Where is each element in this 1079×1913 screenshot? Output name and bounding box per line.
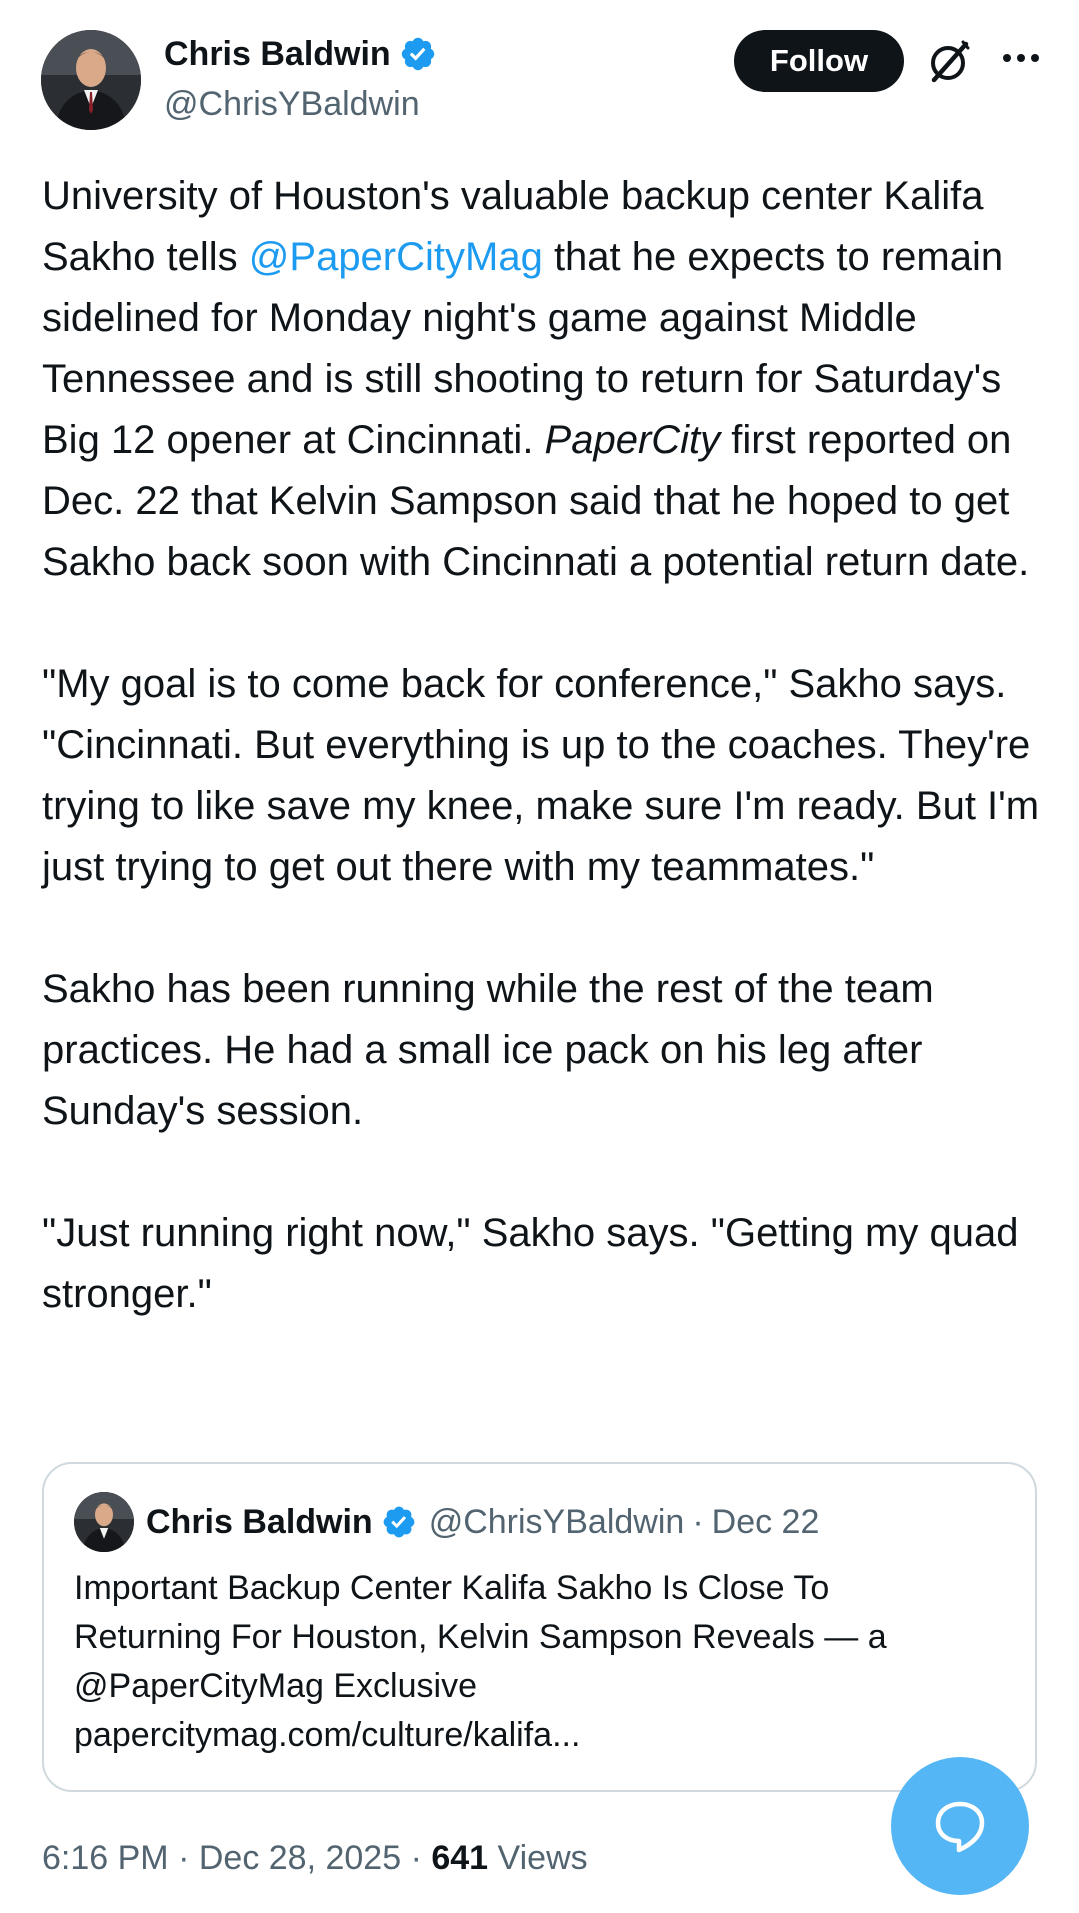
- quoted-tweet-link[interactable]: papercitymag.com/culture/kalifa...: [74, 1711, 1009, 1760]
- author-handle[interactable]: @ChrisYBaldwin: [164, 80, 420, 128]
- quoted-tweet-header: Chris Baldwin @ChrisYBaldwin · Dec 22: [146, 1494, 819, 1550]
- views-label: Views: [497, 1839, 588, 1877]
- quoted-tweet-date: Dec 22: [711, 1503, 820, 1541]
- quoted-author-avatar[interactable]: [74, 1492, 134, 1552]
- quoted-tweet-line: Returning For Houston, Kelvin Sampson Re…: [74, 1618, 887, 1656]
- separator-dot: ·: [178, 1839, 190, 1877]
- tweet-date[interactable]: Dec 28, 2025: [199, 1839, 401, 1877]
- floating-chat-button[interactable]: [891, 1757, 1029, 1895]
- avatar-image: [74, 1492, 134, 1552]
- author-name[interactable]: Chris Baldwin: [164, 30, 391, 78]
- separator-dot: ·: [692, 1503, 704, 1541]
- mention-link[interactable]: @PaperCityMag: [249, 235, 543, 279]
- tweet-paragraph-4: "Just running right now," Sakho says. "G…: [42, 1211, 1019, 1316]
- author-avatar[interactable]: [41, 30, 141, 130]
- chat-bubble-icon: [935, 1801, 985, 1853]
- follow-button[interactable]: Follow: [734, 30, 904, 92]
- quoted-author-name: Chris Baldwin: [146, 1503, 373, 1541]
- avatar-image: [41, 30, 141, 130]
- verified-badge-icon[interactable]: [399, 35, 437, 73]
- tweet-meta: 6:16 PM · Dec 28, 2025 · 641 Views: [42, 1830, 588, 1886]
- tweet-paragraph-1: University of Houston's valuable backup …: [42, 166, 1042, 593]
- quoted-tweet-card[interactable]: Chris Baldwin @ChrisYBaldwin · Dec 22 Im…: [42, 1462, 1037, 1792]
- more-options-icon[interactable]: [996, 38, 1046, 78]
- grok-icon[interactable]: [925, 36, 975, 86]
- quoted-tweet-text: Important Backup Center Kalifa Sakho Is …: [74, 1564, 1009, 1760]
- author-name-row: Chris Baldwin: [164, 30, 437, 78]
- verified-badge-icon: [381, 1504, 417, 1540]
- quoted-author-handle: @ChrisYBaldwin: [428, 1503, 685, 1541]
- separator-dot: ·: [410, 1839, 422, 1877]
- tweet-text: University of Houston's valuable backup …: [42, 166, 1042, 1325]
- quoted-tweet-line: @PaperCityMag Exclusive: [74, 1667, 477, 1705]
- tweet-paragraph-3: Sakho has been running while the rest of…: [42, 967, 934, 1133]
- views-count: 641: [431, 1839, 489, 1877]
- publication-name: PaperCity: [544, 418, 721, 462]
- tweet-paragraph-2: "My goal is to come back for conference,…: [42, 662, 1040, 889]
- tweet-time[interactable]: 6:16 PM: [42, 1839, 169, 1877]
- quoted-tweet-line: Important Backup Center Kalifa Sakho Is …: [74, 1569, 830, 1607]
